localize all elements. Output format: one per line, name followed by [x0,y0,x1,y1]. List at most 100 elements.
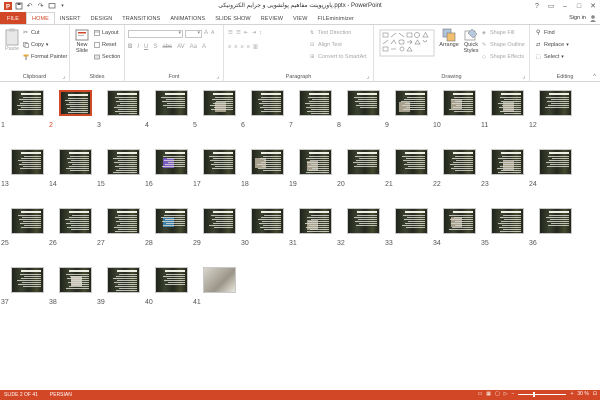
slide-thumbnail[interactable] [299,90,332,116]
find-button[interactable]: ⚲ Find [536,30,555,36]
slide-thumbnail[interactable] [155,90,188,116]
slide-thumbnail[interactable] [11,90,44,116]
close-icon[interactable]: ✕ [586,0,600,12]
slide-thumbnail[interactable] [203,267,236,293]
quick-styles-button[interactable]: Quick Styles [460,28,482,54]
slide-thumbnail[interactable] [347,208,380,234]
slide-thumbnail[interactable] [11,267,44,293]
align-left-icon[interactable]: ≡ [228,44,231,50]
font-color-icon[interactable]: A [202,44,206,50]
zoom-slider[interactable] [518,391,567,397]
slide-thumbnail[interactable] [539,208,572,234]
ribbon-display-options-icon[interactable]: ▭ [544,0,558,12]
reading-view-icon[interactable]: ▢ [495,391,500,397]
strikethrough-icon[interactable]: abc [162,44,172,50]
slide-thumbnail[interactable] [107,208,140,234]
normal-view-icon[interactable]: ▭ [477,391,482,397]
undo-icon[interactable]: ↶ [25,2,34,11]
zoom-level[interactable]: 30 % [577,391,588,397]
slide-thumbnail[interactable] [491,90,524,116]
grow-font-icon[interactable]: A [204,30,208,36]
arrange-button[interactable]: Arrange [438,28,460,48]
slide-thumbnail[interactable] [395,90,428,116]
slide-thumbnail[interactable] [299,208,332,234]
section-button[interactable]: Section [94,54,120,60]
maximize-icon[interactable]: □ [572,0,586,12]
slide-thumbnail[interactable] [11,149,44,175]
shrink-font-icon[interactable]: A [211,30,214,36]
slide-thumbnail[interactable] [107,267,140,293]
slide-thumbnail[interactable] [155,149,188,175]
spacing-icon[interactable]: AV [177,44,185,50]
increase-indent-icon[interactable]: ⇥ [251,30,256,36]
select-dropdown-icon[interactable]: ▾ [561,54,564,60]
replace-dropdown-icon[interactable]: ▾ [566,42,569,48]
format-painter-button[interactable]: Format Painter [23,54,67,60]
slide-thumbnail[interactable] [395,208,428,234]
slide-thumbnail[interactable] [443,90,476,116]
new-slide-button[interactable]: New Slide [72,28,92,54]
slide-thumbnail[interactable] [107,149,140,175]
underline-icon[interactable]: U [144,44,148,50]
slide-thumbnail[interactable] [491,208,524,234]
slide-thumbnail[interactable] [59,267,92,293]
select-button[interactable]: ⬚ Select ▾ [536,54,564,60]
reset-button[interactable]: Reset [94,42,116,48]
shape-outline-button[interactable]: ✎ Shape Outline [482,42,525,48]
slide-thumbnail[interactable] [539,90,572,116]
bold-icon[interactable]: B [128,44,132,50]
cut-button[interactable]: ✂ Cut [23,30,40,36]
zoom-in-icon[interactable]: + [570,391,573,397]
paste-button[interactable]: Paste [3,28,21,52]
shadow-icon[interactable]: S [153,44,157,50]
help-button[interactable]: ? [530,0,544,12]
slide-thumbnail[interactable] [251,149,284,175]
align-center-icon[interactable]: ≡ [234,44,237,50]
font-launcher-icon[interactable]: ⌟ [216,73,219,80]
slide-thumbnail[interactable] [491,149,524,175]
decrease-indent-icon[interactable]: ⇤ [244,30,249,36]
slide-thumbnail[interactable] [155,267,188,293]
slide-thumbnail[interactable] [59,208,92,234]
zoom-slider-thumb[interactable] [532,391,535,397]
font-size-combo[interactable] [185,30,202,38]
align-text-button[interactable]: ⊟ Align Text [310,42,342,48]
slide-thumbnail[interactable] [203,149,236,175]
start-from-beginning-icon[interactable] [47,2,56,11]
slide-thumbnail[interactable] [251,208,284,234]
slide-thumbnail[interactable] [347,90,380,116]
collapse-ribbon-icon[interactable]: ^ [593,74,596,80]
drawing-launcher-icon[interactable]: ⌟ [522,73,525,80]
fit-slide-icon[interactable]: ⊡ [593,391,597,397]
copy-button[interactable]: Copy ▾ [23,42,48,48]
customize-qat-icon[interactable]: ▾ [58,2,67,11]
align-right-icon[interactable]: ≡ [240,44,243,50]
user-account-icon[interactable] [589,14,597,22]
slide-thumbnail[interactable] [443,208,476,234]
text-direction-button[interactable]: ⇅ Text Direction [310,30,351,36]
change-case-icon[interactable]: Aa [190,44,197,50]
bullets-icon[interactable]: ☰ [228,30,233,36]
slide-thumbnail[interactable] [59,90,92,116]
slide-thumbnail[interactable] [299,149,332,175]
slide-thumbnail[interactable] [59,149,92,175]
slide-thumbnail[interactable] [347,149,380,175]
layout-button[interactable]: Layout [94,30,119,36]
font-name-combo[interactable] [128,30,183,38]
language-status[interactable]: PERSIAN [46,392,72,398]
italic-icon[interactable]: I [137,44,139,50]
justify-icon[interactable]: ≡ [247,44,250,50]
slide-thumbnail[interactable] [443,149,476,175]
slide-thumbnail[interactable] [539,149,572,175]
paragraph-launcher-icon[interactable]: ⌟ [366,73,369,80]
slide-thumbnail[interactable] [203,90,236,116]
shape-effects-button[interactable]: ◇ Shape Effects [482,54,524,60]
clipboard-launcher-icon[interactable]: ⌟ [62,73,65,80]
save-icon[interactable] [14,2,23,11]
slide-thumbnail[interactable] [11,208,44,234]
slide-thumbnail[interactable] [107,90,140,116]
slide-sorter-view-icon[interactable]: ▦ [486,391,491,397]
columns-icon[interactable]: ▥ [253,44,258,50]
sign-in-link[interactable]: Sign in [569,15,586,21]
minimize-icon[interactable]: – [558,0,572,12]
